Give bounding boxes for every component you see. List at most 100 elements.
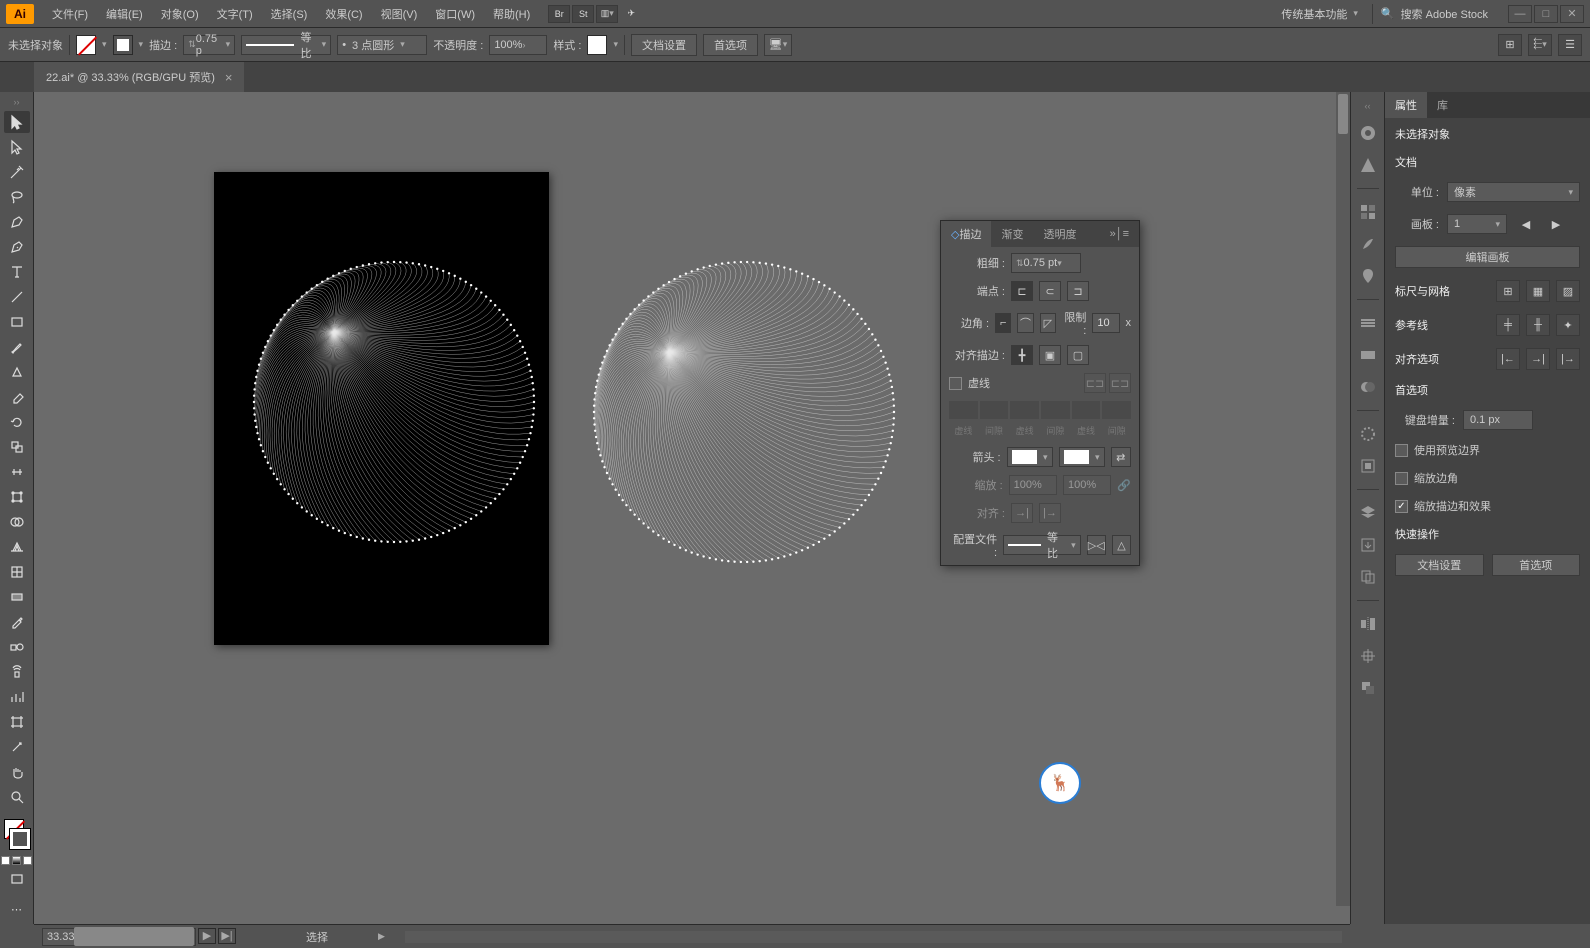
rotate-tool[interactable] [4, 411, 30, 433]
eyedropper-tool[interactable] [4, 611, 30, 633]
use-preview-checkbox[interactable] [1395, 444, 1408, 457]
transform-panel-dock-icon[interactable] [1356, 645, 1380, 667]
bridge-icon[interactable]: Br [548, 5, 570, 23]
transform-panel-icon[interactable]: ⊞ [1498, 34, 1522, 56]
maximize-button[interactable]: □ [1534, 5, 1558, 23]
stroke-profile-select[interactable]: 等比▾ [241, 35, 331, 55]
workspace-switcher[interactable]: 传统基本功能▾ [1273, 4, 1366, 24]
color-guide-panel-icon[interactable] [1356, 154, 1380, 176]
cap-butt-icon[interactable]: ⊏ [1011, 281, 1033, 301]
color-panel-icon[interactable] [1356, 122, 1380, 144]
horizontal-scrollbar[interactable] [405, 931, 1342, 943]
align-center-icon[interactable]: ╋ [1011, 345, 1033, 365]
snap-grid-icon[interactable]: |→ [1556, 348, 1580, 370]
curvature-tool[interactable] [4, 236, 30, 258]
symbols-panel-icon[interactable] [1356, 265, 1380, 287]
magic-wand-tool[interactable] [4, 161, 30, 183]
tab-transparency[interactable]: 透明度 [1033, 221, 1086, 247]
dash-input[interactable] [949, 401, 978, 419]
grid-icon[interactable]: ▦ [1526, 280, 1550, 302]
color-mode-none[interactable] [23, 856, 32, 865]
dash-align-icon2[interactable]: ⊏⊐ [1109, 373, 1131, 393]
direct-selection-tool[interactable] [4, 136, 30, 158]
type-tool[interactable] [4, 261, 30, 283]
transparency-grid-icon[interactable]: ▨ [1556, 280, 1580, 302]
menu-edit[interactable]: 编辑(E) [98, 2, 151, 26]
scale-strokes-checkbox[interactable]: ✓ [1395, 500, 1408, 513]
artboard-select[interactable]: 1▾ [1447, 214, 1507, 234]
graphic-styles-panel-icon[interactable] [1356, 455, 1380, 477]
rectangle-tool[interactable] [4, 311, 30, 333]
paintbrush-tool[interactable] [4, 336, 30, 358]
dock-collapse-icon[interactable]: ‹‹ [1356, 100, 1380, 112]
slice-tool[interactable] [4, 736, 30, 758]
menu-window[interactable]: 窗口(W) [427, 2, 483, 26]
transparency-panel-icon[interactable] [1356, 376, 1380, 398]
shaper-tool[interactable] [4, 361, 30, 383]
screen-mode-button[interactable] [4, 868, 30, 890]
mesh-tool[interactable] [4, 561, 30, 583]
color-mode-color[interactable] [1, 856, 10, 865]
doc-setup-button[interactable]: 文档设置 [631, 34, 697, 56]
rulers-icon[interactable]: ⊞ [1496, 280, 1520, 302]
line-tool[interactable] [4, 286, 30, 308]
artboard-tool[interactable] [4, 711, 30, 733]
menu-select[interactable]: 选择(S) [263, 2, 316, 26]
eraser-tool[interactable] [4, 386, 30, 408]
cap-round-icon[interactable]: ⊂ [1039, 281, 1061, 301]
flip-across-icon[interactable]: ▷◁ [1087, 535, 1106, 555]
tab-gradient[interactable]: 渐变 [991, 221, 1033, 247]
last-artboard-button[interactable]: ▶| [218, 928, 236, 944]
menu-type[interactable]: 文字(T) [209, 2, 261, 26]
panel-collapse-icon[interactable]: »│≡ [1100, 221, 1139, 247]
width-tool[interactable] [4, 461, 30, 483]
blend-tool[interactable] [4, 636, 30, 658]
style-swatch[interactable] [587, 35, 607, 55]
gradient-tool[interactable] [4, 586, 30, 608]
prefs-button[interactable]: 首选项 [703, 34, 758, 56]
menu-object[interactable]: 对象(O) [153, 2, 207, 26]
arrange-docs-icon[interactable]: ▥▾ [596, 5, 618, 23]
perspective-grid-tool[interactable] [4, 536, 30, 558]
snap-point-icon[interactable]: →| [1526, 348, 1550, 370]
tab-libraries[interactable]: 库 [1427, 92, 1458, 118]
tab-properties[interactable]: 属性 [1385, 92, 1427, 118]
unit-select[interactable]: 像素▾ [1447, 182, 1580, 202]
join-round-icon[interactable]: ⌒ [1017, 313, 1033, 333]
scale-corners-checkbox[interactable] [1395, 472, 1408, 485]
prev-artboard-icon[interactable]: ◀ [1515, 214, 1537, 234]
doc-setup-qa-button[interactable]: 文档设置 [1395, 554, 1484, 576]
hand-tool[interactable] [4, 761, 30, 783]
asset-export-panel-icon[interactable] [1356, 534, 1380, 556]
menu-effect[interactable]: 效果(C) [317, 2, 370, 26]
smart-guides-icon[interactable]: ✦ [1556, 314, 1580, 336]
menu-help[interactable]: 帮助(H) [485, 2, 538, 26]
brush-select[interactable]: • 3 点圆形▾ [337, 35, 427, 55]
symbol-sprayer-tool[interactable] [4, 661, 30, 683]
edit-artboards-button[interactable]: 编辑画板 [1395, 246, 1580, 268]
brushes-panel-icon[interactable] [1356, 233, 1380, 255]
layers-panel-icon[interactable] [1356, 502, 1380, 524]
lasso-tool[interactable] [4, 186, 30, 208]
limit-input[interactable]: 10 [1092, 313, 1119, 333]
scale-tool[interactable] [4, 436, 30, 458]
appearance-panel-icon[interactable] [1356, 423, 1380, 445]
snap-pixel-icon[interactable]: |← [1496, 348, 1520, 370]
search-stock[interactable]: 🔍搜索 Adobe Stock [1372, 4, 1496, 24]
stroke-indicator[interactable] [10, 829, 30, 849]
join-bevel-icon[interactable]: ◸ [1040, 313, 1056, 333]
pen-tool[interactable] [4, 211, 30, 233]
dashed-checkbox[interactable] [949, 377, 962, 390]
align-inside-icon[interactable]: ▣ [1039, 345, 1061, 365]
flip-along-icon[interactable]: △ [1112, 535, 1131, 555]
menu-view[interactable]: 视图(V) [373, 2, 426, 26]
edit-toolbar-button[interactable]: ⋯ [4, 898, 30, 920]
document-tab[interactable]: 22.ai* @ 33.33% (RGB/GPU 预览) × [34, 62, 244, 92]
dash-align-icon1[interactable]: ⊏⊐ [1084, 373, 1106, 393]
pathfinder-panel-icon[interactable] [1356, 677, 1380, 699]
column-graph-tool[interactable] [4, 686, 30, 708]
join-miter-icon[interactable]: ⌐ [995, 313, 1011, 333]
align-panel-icon[interactable]: ⬱▾ [1528, 34, 1552, 56]
artboards-panel-icon[interactable] [1356, 566, 1380, 588]
next-artboard-button[interactable]: ▶ [198, 928, 216, 944]
